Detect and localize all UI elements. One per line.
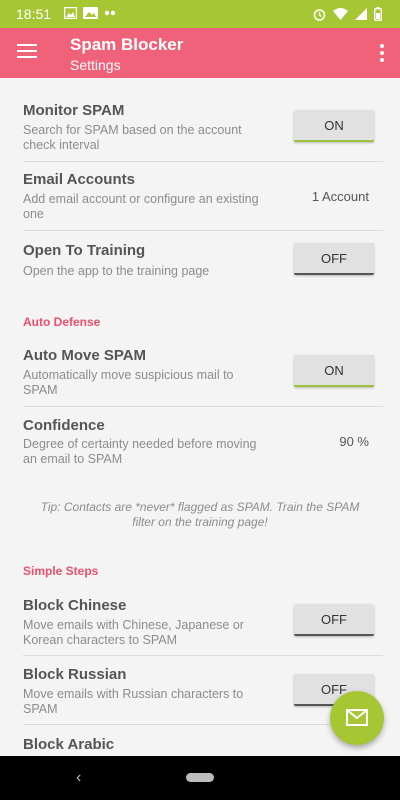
confidence-value: 90 % bbox=[339, 434, 369, 449]
battery-icon bbox=[374, 7, 382, 21]
app-bar: Spam Blocker Settings bbox=[0, 28, 400, 78]
settings-list[interactable]: Monitor SPAM Search for SPAM based on th… bbox=[0, 78, 400, 756]
home-pill-icon[interactable] bbox=[186, 773, 214, 782]
setting-title: Monitor SPAM bbox=[23, 102, 125, 119]
setting-description: Move emails with Chinese, Japanese or Ko… bbox=[23, 618, 244, 647]
setting-description: Search for SPAM based on the account che… bbox=[23, 123, 242, 152]
setting-title: Auto Move SPAM bbox=[23, 347, 147, 364]
email-accounts-value: 1 Account bbox=[311, 189, 369, 204]
photo-icon bbox=[83, 7, 98, 19]
auto-move-spam-toggle[interactable]: ON bbox=[294, 355, 374, 387]
overflow-menu-icon[interactable] bbox=[379, 44, 385, 62]
app-title: Spam Blocker bbox=[70, 35, 184, 54]
setting-confidence[interactable]: Confidence Degree of certainty needed be… bbox=[23, 416, 383, 476]
setting-title: Block Chinese bbox=[23, 597, 127, 614]
open-training-toggle[interactable]: OFF bbox=[294, 243, 374, 275]
alarm-icon bbox=[313, 8, 326, 21]
more-dots-icon bbox=[104, 10, 116, 16]
setting-title: Block Russian bbox=[23, 666, 127, 683]
setting-title: Block Arabic bbox=[23, 736, 115, 753]
monitor-spam-toggle[interactable]: ON bbox=[294, 110, 374, 142]
status-bar: 18:51 bbox=[0, 0, 400, 28]
setting-description: Add email account or configure an existi… bbox=[23, 192, 259, 221]
setting-description: Degree of certainty needed before moving… bbox=[23, 437, 257, 466]
signal-icon bbox=[355, 8, 367, 20]
setting-title: Email Accounts bbox=[23, 171, 135, 188]
setting-block-arabic[interactable]: Block Arabic bbox=[23, 735, 383, 756]
setting-description: Automatically move suspicious mail to SP… bbox=[23, 368, 234, 397]
back-icon[interactable]: ‹ bbox=[76, 769, 81, 787]
setting-title: Open To Training bbox=[23, 242, 146, 259]
section-header-auto-defense: Auto Defense bbox=[23, 315, 101, 329]
menu-icon[interactable] bbox=[17, 44, 37, 60]
setting-description: Open the app to the training page bbox=[23, 264, 210, 278]
section-header-simple-steps: Simple Steps bbox=[23, 564, 99, 578]
system-nav-bar: ‹ bbox=[0, 756, 400, 800]
app-subtitle: Settings bbox=[70, 57, 121, 73]
setting-email-accounts[interactable]: Email Accounts Add email account or conf… bbox=[23, 170, 383, 231]
mail-icon bbox=[346, 709, 368, 726]
compose-fab[interactable] bbox=[330, 691, 384, 745]
wifi-icon bbox=[333, 8, 348, 20]
status-time: 18:51 bbox=[16, 6, 52, 22]
setting-description: Move emails with Russian characters to S… bbox=[23, 687, 244, 716]
setting-title: Confidence bbox=[23, 417, 105, 434]
image-icon bbox=[64, 7, 77, 19]
tip-text: Tip: Contacts are *never* flagged as SPA… bbox=[40, 500, 360, 529]
block-chinese-toggle[interactable]: OFF bbox=[294, 604, 374, 636]
